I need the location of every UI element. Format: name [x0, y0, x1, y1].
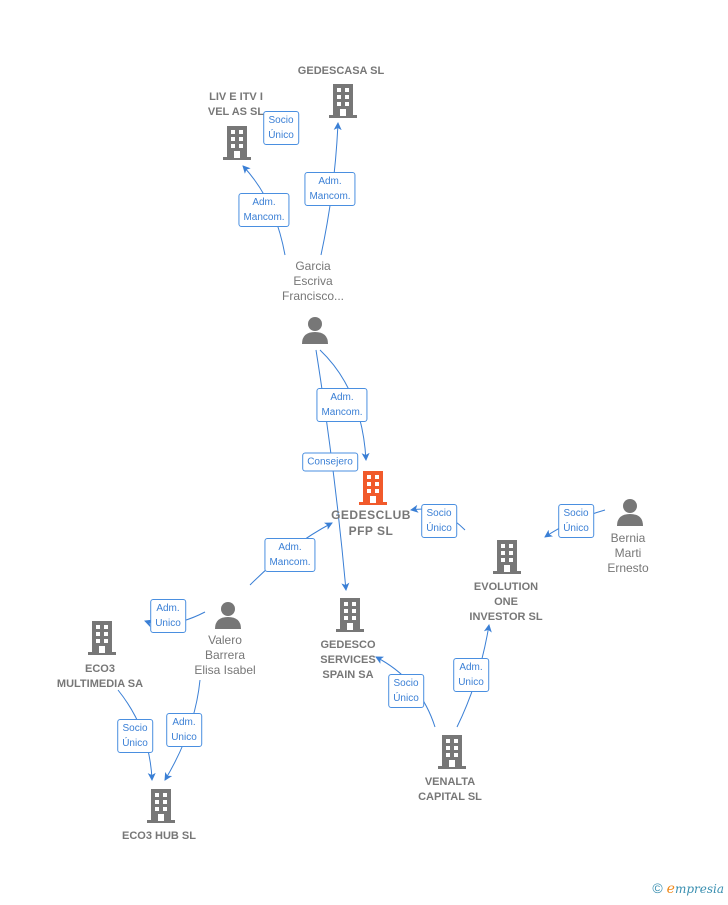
- edge-label[interactable]: Adm. Mancom.: [238, 193, 290, 227]
- building-icon: [438, 735, 466, 769]
- building-icon: [336, 598, 364, 632]
- node-label: Bernia Marti Ernesto: [607, 531, 649, 575]
- person-icon: [302, 317, 328, 344]
- node-eco3multi[interactable]: ECO3 MULTIMEDIA SA: [57, 662, 143, 692]
- edge-label[interactable]: Adm. Mancom.: [316, 388, 368, 422]
- building-icon-focus: [359, 471, 387, 505]
- node-gedescasa[interactable]: GEDESCASA SL: [298, 64, 384, 79]
- edge-label[interactable]: Adm. Mancom.: [264, 538, 316, 572]
- node-label: LIV E ITV I VEL AS SL: [207, 91, 265, 118]
- edge-label[interactable]: Socio Único: [558, 504, 594, 538]
- node-label: Valero Barrera Elisa Isabel: [194, 633, 256, 677]
- edge-label[interactable]: Adm. Mancom.: [304, 172, 356, 206]
- node-eco3hub[interactable]: ECO3 HUB SL: [122, 829, 196, 844]
- edge-label[interactable]: Consejero: [302, 452, 358, 472]
- node-gedesclub[interactable]: GEDESCLUB PFP SL: [331, 508, 411, 540]
- building-icon: [329, 84, 357, 118]
- edge-label[interactable]: Socio Único: [388, 674, 424, 708]
- node-bernia[interactable]: Bernia Marti Ernesto: [607, 531, 648, 576]
- node-venalta[interactable]: VENALTA CAPITAL SL: [418, 775, 482, 805]
- node-valero[interactable]: Valero Barrera Elisa Isabel: [194, 633, 255, 678]
- node-liv[interactable]: LIV E ITV I VEL AS SL: [208, 90, 264, 120]
- edge-label[interactable]: Socio Único: [421, 504, 457, 538]
- person-icon: [617, 499, 643, 526]
- node-evolution[interactable]: EVOLUTION ONE INVESTOR SL: [469, 580, 542, 625]
- edge-label[interactable]: Adm. Unico: [150, 599, 186, 633]
- node-label: GEDESCLUB PFP SL: [331, 508, 411, 538]
- copyright-icon: ©: [652, 880, 663, 896]
- brand-initial: e: [666, 881, 675, 897]
- edge-label[interactable]: Socio Único: [263, 111, 299, 145]
- node-label: ECO3 MULTIMEDIA SA: [56, 663, 144, 690]
- edge-label[interactable]: Adm. Unico: [453, 658, 489, 692]
- node-gedesco[interactable]: GEDESCO SERVICES SPAIN SA: [320, 638, 375, 683]
- node-label: VENALTA CAPITAL SL: [418, 776, 482, 803]
- building-icon: [88, 621, 116, 655]
- empresia-logo[interactable]: © empresia: [652, 880, 724, 897]
- node-garcia[interactable]: Garcia Escriva Francisco...: [282, 259, 344, 304]
- edge-label[interactable]: Socio Único: [117, 719, 153, 753]
- edge-label[interactable]: Adm. Unico: [166, 713, 202, 747]
- node-label: Garcia Escriva Francisco...: [281, 259, 345, 303]
- brand-name: mpresia: [674, 882, 724, 896]
- person-icon: [215, 602, 241, 629]
- building-icon: [147, 789, 175, 823]
- building-icon: [223, 126, 251, 160]
- building-icon: [493, 540, 521, 574]
- node-label: GEDESCO SERVICES SPAIN SA: [320, 639, 376, 681]
- node-label: GEDESCASA SL: [297, 65, 385, 77]
- node-label: ECO3 HUB SL: [122, 830, 196, 842]
- node-label: EVOLUTION ONE INVESTOR SL: [469, 581, 543, 623]
- edges-layer: [117, 122, 606, 781]
